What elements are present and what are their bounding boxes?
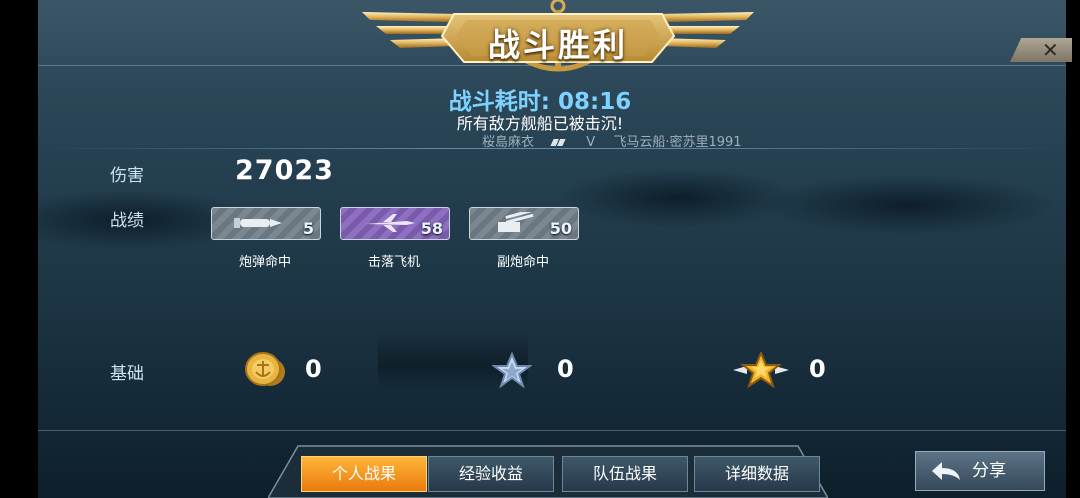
share-button[interactable]: 分享 <box>915 451 1045 491</box>
victory-banner: 战斗胜利 <box>362 0 754 80</box>
tab-personal-results[interactable]: 个人战果 <box>301 456 427 492</box>
shell-icon <box>234 218 282 228</box>
gold-star-value: 0 <box>809 355 826 383</box>
divider <box>38 430 1066 431</box>
badge-label: 炮弹命中 <box>238 255 291 270</box>
badge-label: 击落飞机 <box>367 255 420 270</box>
right-edge-bar <box>1066 0 1080 498</box>
secondary-gun-icon <box>498 212 534 232</box>
left-edge-bar <box>0 0 38 498</box>
silver-value: 0 <box>557 355 574 383</box>
victory-title: 战斗胜利 <box>487 26 628 64</box>
badge-label: 副炮命中 <box>496 255 549 270</box>
base-label: 基础 <box>110 364 144 384</box>
badge-value: 50 <box>549 219 572 238</box>
secondary-hits-badge[interactable]: 50 <box>469 207 579 240</box>
damage-value: 27023 <box>235 155 334 186</box>
tab-detailed-data[interactable]: 详细数据 <box>694 456 820 492</box>
gold-coin-icon <box>245 352 285 386</box>
tab-team-results[interactable]: 队伍战果 <box>562 456 688 492</box>
player-right-name: 飞马云船·密苏里1991 <box>613 135 742 150</box>
gold-value: 0 <box>305 355 322 383</box>
badge-value: 58 <box>420 219 443 238</box>
island-silhouette <box>758 175 1058 235</box>
vs-label: V <box>586 135 596 150</box>
tab-experience-rewards[interactable]: 经验收益 <box>428 456 554 492</box>
share-arrow-icon <box>932 462 960 480</box>
matchup-line: 桜島麻衣 V 飞马云船·密苏里1991 <box>482 131 756 150</box>
planes-shot-badge[interactable]: 58 <box>340 207 450 240</box>
rank-icon <box>550 139 566 146</box>
damage-label: 伤害 <box>110 166 144 186</box>
close-icon: ✕ <box>1042 38 1059 62</box>
shell-hits-badge[interactable]: 5 <box>211 207 321 240</box>
silver-star-icon <box>492 352 532 388</box>
share-label: 分享 <box>972 461 1006 481</box>
record-label: 战绩 <box>110 211 144 231</box>
player-left-name: 桜島麻衣 <box>482 135 535 150</box>
plane-icon <box>365 214 415 232</box>
gold-star-icon <box>733 352 789 388</box>
badge-value: 5 <box>302 219 314 238</box>
